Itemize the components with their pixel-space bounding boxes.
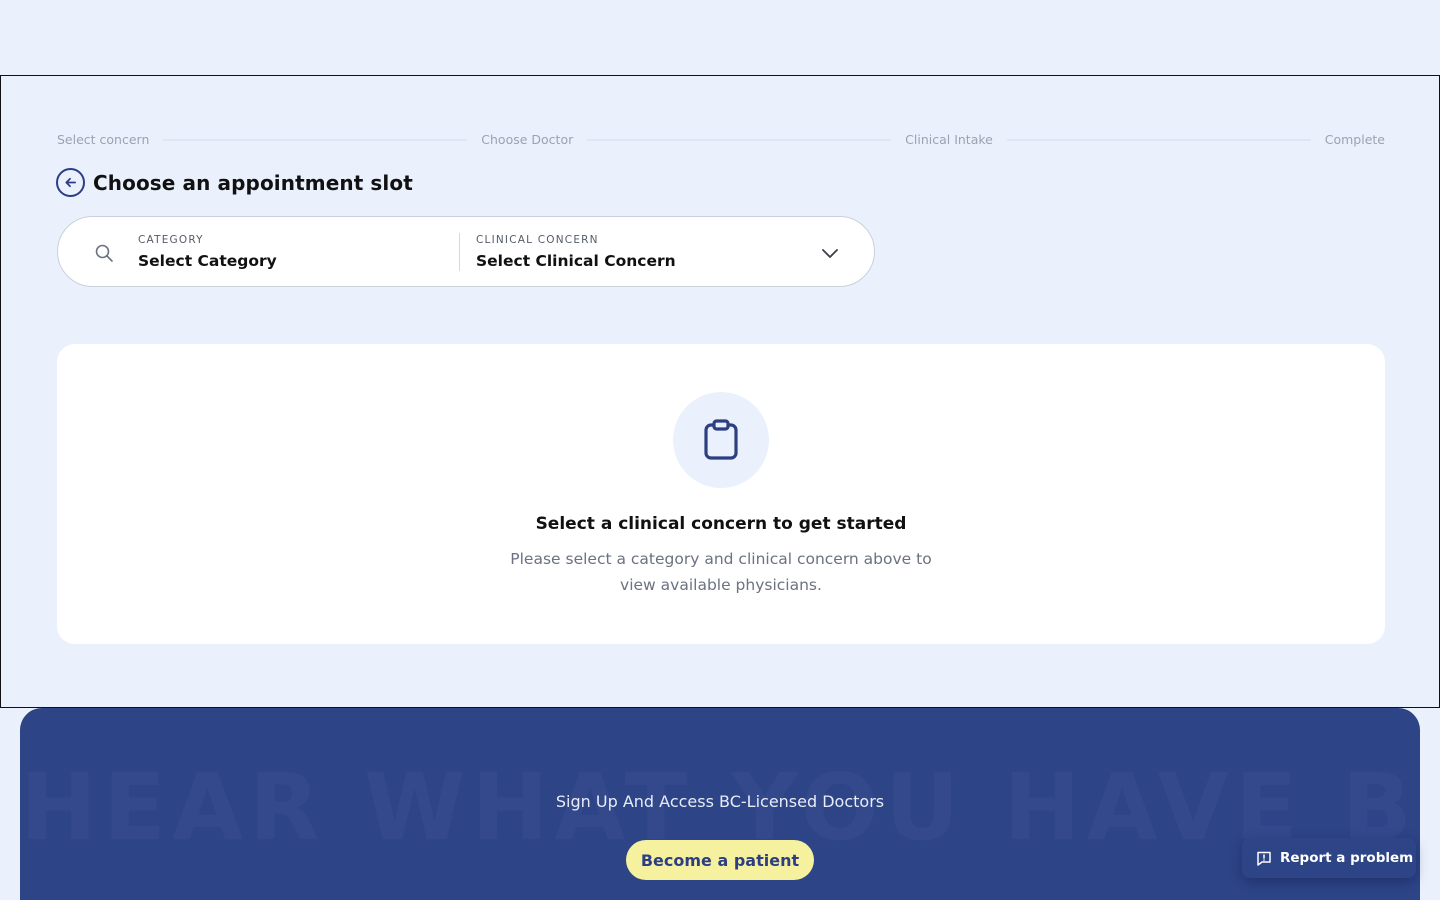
empty-state-text: Please select a category and clinical co… (510, 550, 932, 594)
step-select-concern: Select concern (57, 132, 150, 147)
arrow-left-icon (65, 177, 77, 188)
empty-state-icon-circle (673, 392, 769, 488)
selector-divider (459, 233, 460, 271)
banner-tagline: Sign Up And Access BC-Licensed Doctors (555, 792, 885, 811)
page-header: Choose an appointment slot (56, 168, 413, 197)
message-alert-icon (1257, 851, 1271, 866)
clinical-concern-value: Select Clinical Concern (476, 252, 676, 270)
empty-state-heading: Select a clinical concern to get started (535, 514, 907, 534)
progress-stepper: Select concern Choose Doctor Clinical In… (57, 132, 1385, 148)
become-patient-button[interactable]: Become a patient (626, 840, 814, 880)
step-connector (587, 139, 892, 141)
step-choose-doctor: Choose Doctor (481, 132, 574, 147)
category-caption: CATEGORY (138, 234, 204, 246)
empty-state-card: Select a clinical concern to get started… (57, 344, 1385, 644)
category-select[interactable]: CATEGORY Select Category (138, 233, 448, 271)
clinical-concern-caption: CLINICAL CONCERN (476, 234, 599, 246)
category-value: Select Category (138, 252, 277, 270)
report-problem-label: Report a problem (1280, 850, 1414, 866)
clinical-concern-select[interactable]: CLINICAL CONCERN Select Clinical Concern (476, 233, 806, 271)
search-icon (95, 244, 113, 262)
back-button[interactable] (56, 168, 85, 197)
report-problem-button[interactable]: Report a problem (1242, 838, 1416, 878)
clipboard-icon (704, 419, 738, 460)
concern-selector: CATEGORY Select Category CLINICAL CONCER… (57, 216, 875, 287)
page-title: Choose an appointment slot (93, 170, 413, 195)
main-content-frame: Select concern Choose Doctor Clinical In… (0, 75, 1440, 708)
step-connector (1006, 139, 1311, 141)
step-connector (163, 139, 468, 141)
chevron-down-icon[interactable] (820, 243, 840, 263)
step-complete: Complete (1324, 132, 1385, 147)
step-clinical-intake: Clinical Intake (905, 132, 993, 147)
signup-banner: HEAR WHAT YOU HAVE BEEN MISSING Sign Up … (20, 708, 1420, 900)
